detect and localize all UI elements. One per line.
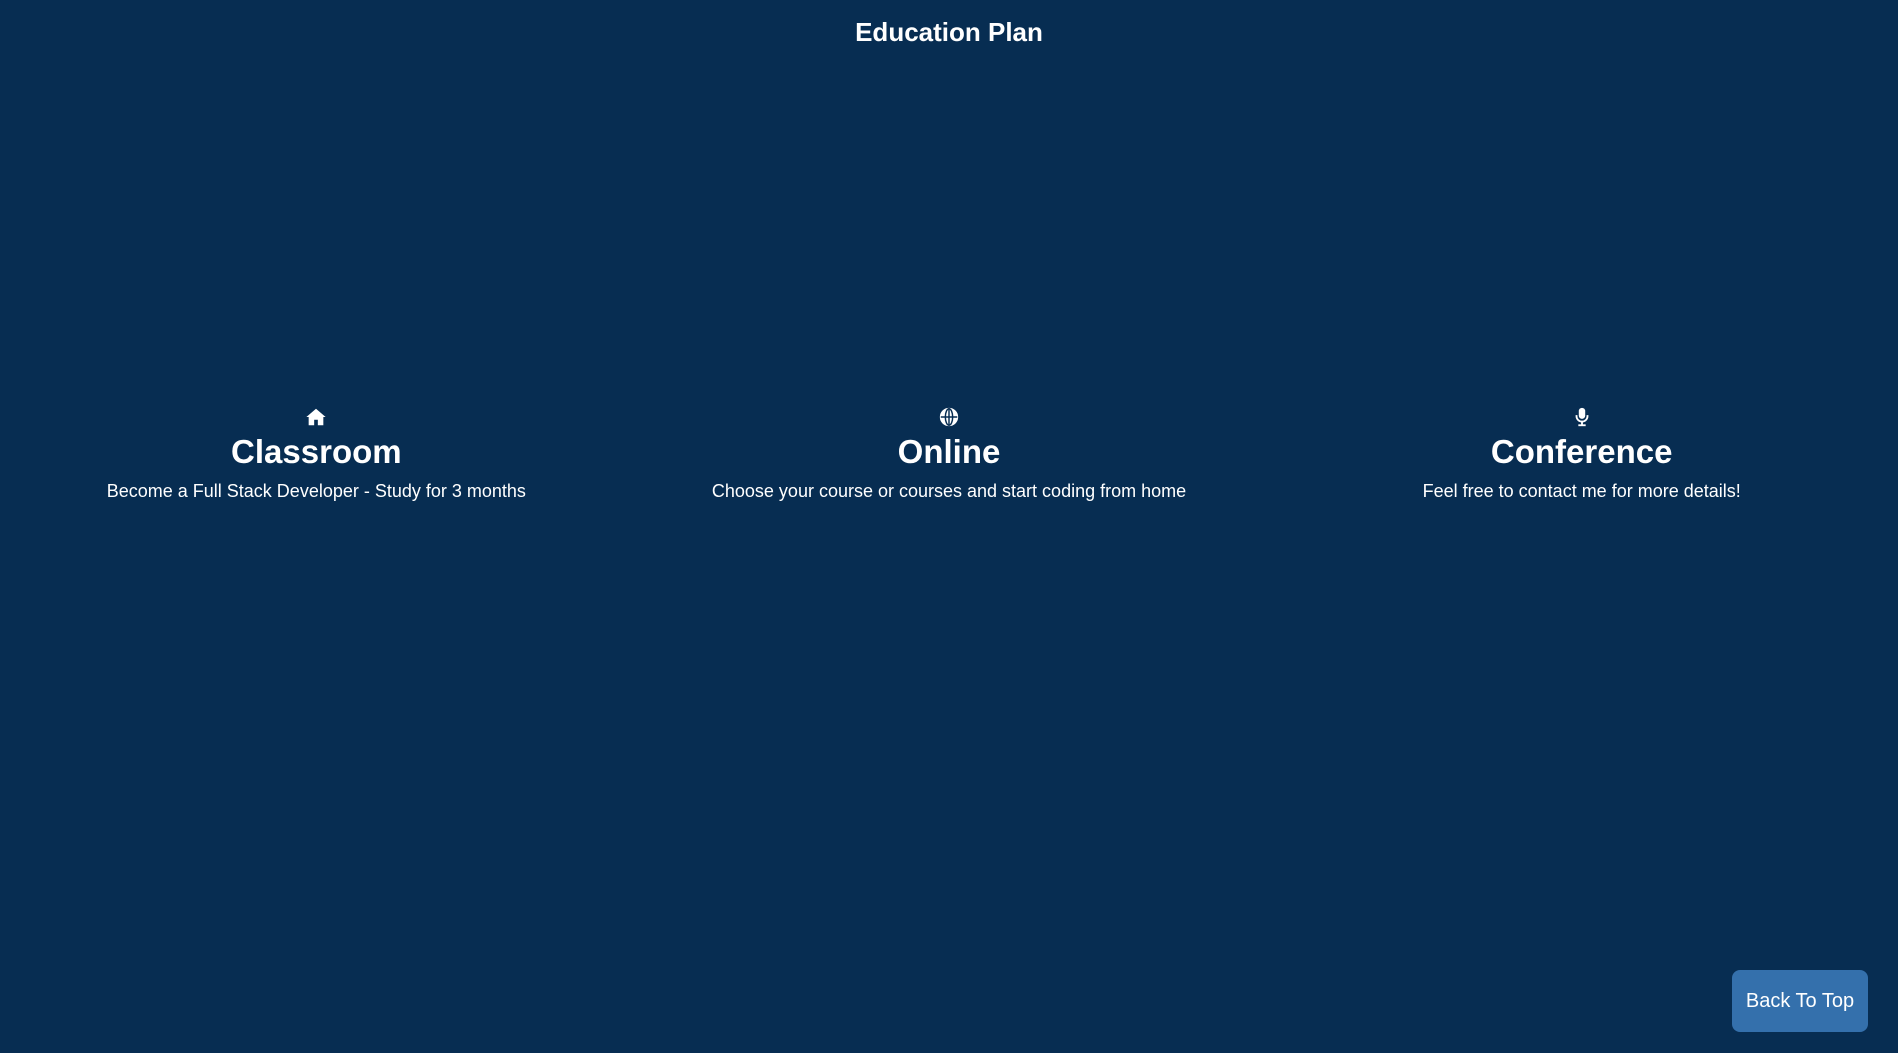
page-title: Education Plan bbox=[855, 17, 1043, 47]
plan-description: Feel free to contact me for more details… bbox=[1422, 481, 1741, 501]
plan-description: Become a Full Stack Developer - Study fo… bbox=[106, 481, 526, 501]
plan-description: Choose your course or courses and start … bbox=[711, 481, 1187, 501]
plan-classroom: Classroom Become a Full Stack Developer … bbox=[0, 406, 633, 504]
back-to-top-button[interactable]: Back To Top bbox=[1732, 970, 1868, 1032]
plan-title: Classroom bbox=[231, 433, 402, 470]
education-plans: Classroom Become a Full Stack Developer … bbox=[0, 406, 1898, 504]
page: Education Plan Classroom Become a Full S… bbox=[0, 0, 1898, 1053]
microphone-icon bbox=[1571, 406, 1593, 428]
globe-icon bbox=[938, 406, 960, 428]
home-icon bbox=[305, 406, 327, 428]
plan-title: Online bbox=[897, 433, 1001, 470]
plan-online: Online Choose your course or courses and… bbox=[633, 406, 1266, 504]
plan-title: Conference bbox=[1490, 433, 1673, 470]
plan-conference: Conference Feel free to contact me for m… bbox=[1265, 406, 1898, 504]
